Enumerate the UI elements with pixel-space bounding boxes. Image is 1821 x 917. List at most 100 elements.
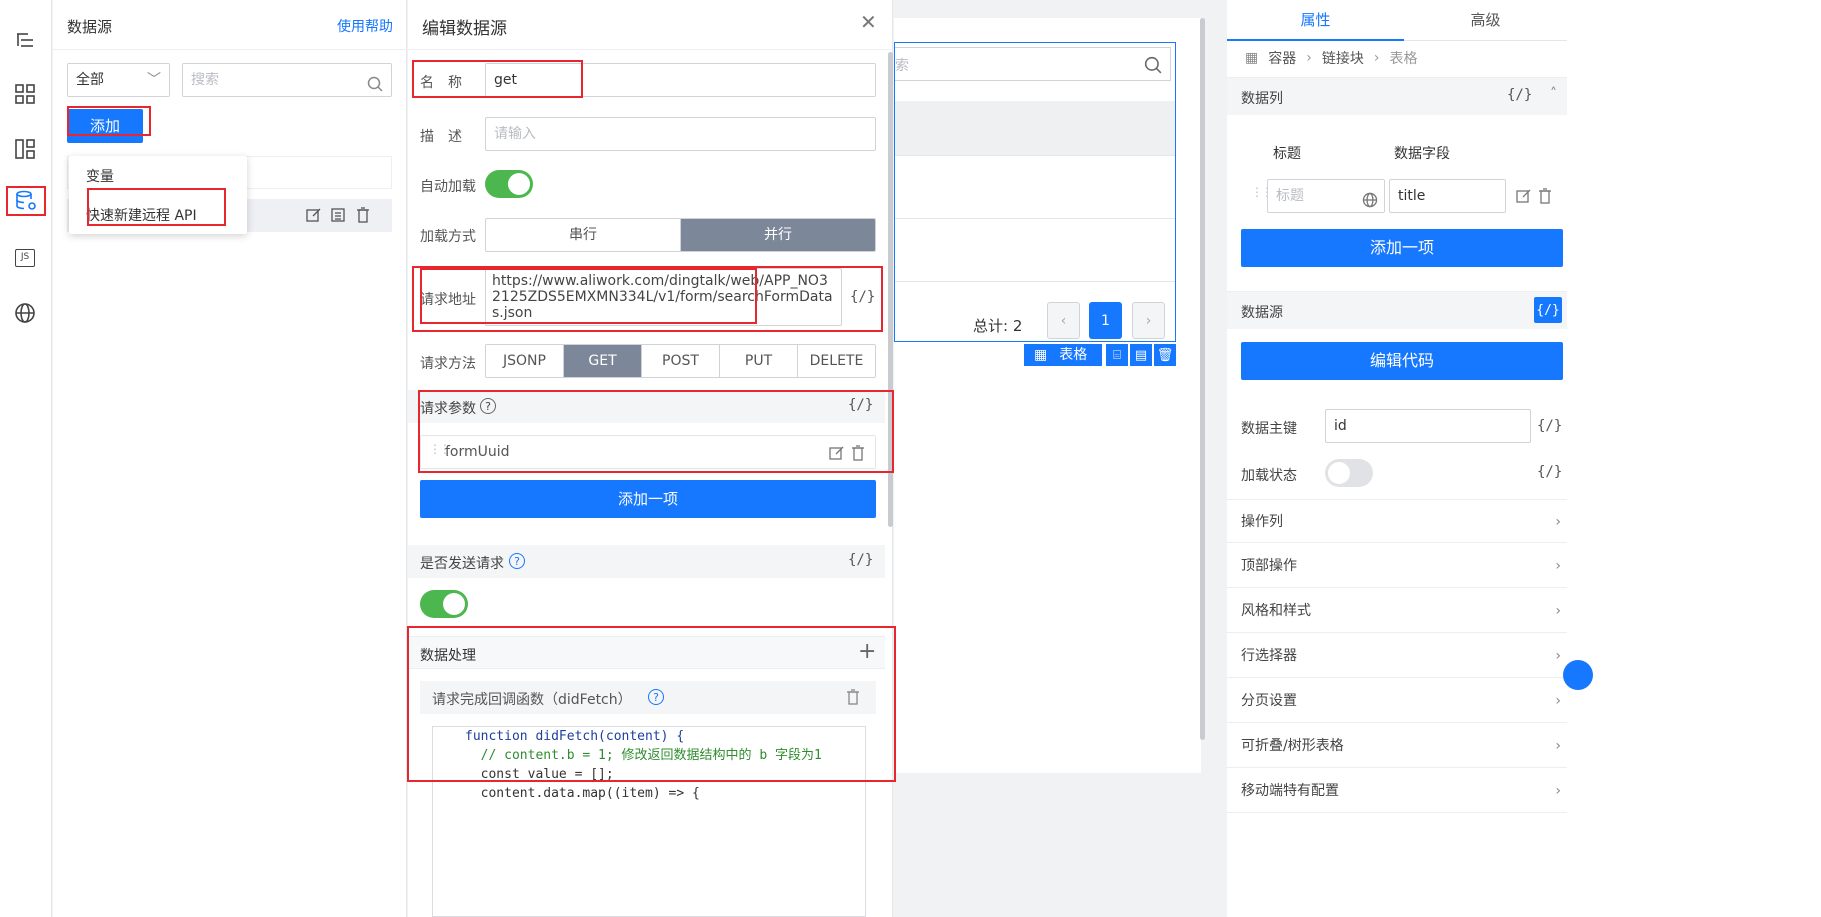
trash-icon[interactable] xyxy=(846,689,860,709)
columns-section-header[interactable]: 数据列 {/} ˄ xyxy=(1227,77,1567,115)
columns-variable-binding-icon[interactable]: {/} xyxy=(1507,87,1532,103)
code-line: content.data.map((item) => { xyxy=(465,786,700,801)
table-search-input[interactable]: 索 xyxy=(895,47,1171,81)
table-header-row xyxy=(895,101,1175,156)
current-page-button[interactable]: 1 xyxy=(1089,302,1122,339)
section-pagination[interactable]: 分页设置 › xyxy=(1227,679,1567,723)
description-input[interactable]: 请输入 xyxy=(485,117,876,151)
url-variable-binding-icon[interactable]: {/} xyxy=(850,289,875,305)
edit-icon[interactable] xyxy=(306,207,322,227)
primary-key-variable-binding-icon[interactable]: {/} xyxy=(1537,418,1562,434)
trash-icon[interactable]: 🗑 xyxy=(1154,344,1176,366)
trash-icon[interactable] xyxy=(356,207,370,227)
copy-icon[interactable] xyxy=(330,207,346,227)
outline-tree-icon[interactable] xyxy=(8,23,42,57)
loading-variable-binding-icon[interactable]: {/} xyxy=(1537,464,1562,480)
table-component[interactable]: 索 总计: 2 ‹ 1 › xyxy=(894,42,1176,342)
didfetch-label: 请求完成回调函数（didFetch） xyxy=(432,692,632,708)
loadmode-serial[interactable]: 串行 xyxy=(486,219,681,251)
section-row-selector[interactable]: 行选择器 › xyxy=(1227,634,1567,678)
search-input[interactable]: 搜索 xyxy=(182,63,392,97)
globe-icon[interactable] xyxy=(8,296,42,330)
name-label: 名 称 xyxy=(420,75,462,91)
close-icon[interactable]: ✕ xyxy=(860,10,877,34)
column-field-input[interactable]: title xyxy=(1389,179,1506,213)
tab-properties[interactable]: 属性 xyxy=(1227,0,1404,41)
code-line: function didFetch(content) { xyxy=(465,729,685,744)
edit-code-button[interactable]: 编辑代码 xyxy=(1241,342,1563,380)
param-row[interactable]: ⋮⋮ formUuid xyxy=(420,435,876,469)
section-label: 操作列 xyxy=(1241,514,1283,530)
copy-icon[interactable]: ▤ xyxy=(1130,344,1152,366)
datasource-section-header[interactable]: 数据源 {/} xyxy=(1227,291,1567,329)
trash-icon[interactable] xyxy=(1538,188,1552,208)
section-top-actions[interactable]: 顶部操作 › xyxy=(1227,544,1567,588)
help-icon[interactable]: ? xyxy=(648,689,664,705)
send-request-toggle[interactable] xyxy=(420,590,468,618)
primary-key-label: 数据主键 xyxy=(1241,421,1297,437)
section-tree-table[interactable]: 可折叠/树形表格 › xyxy=(1227,724,1567,768)
canvas-scrollbar[interactable] xyxy=(1200,18,1205,740)
datasource-icon[interactable] xyxy=(6,186,46,216)
autoload-toggle[interactable] xyxy=(485,170,533,198)
method-delete[interactable]: DELETE xyxy=(798,345,875,377)
menu-item-variable[interactable]: 变量 xyxy=(86,166,114,186)
loadmode-parallel[interactable]: 并行 xyxy=(681,219,875,251)
section-style[interactable]: 风格和样式 › xyxy=(1227,589,1567,633)
trash-icon[interactable] xyxy=(851,445,865,465)
chevron-right-icon: › xyxy=(1555,783,1561,799)
params-label: 请求参数 xyxy=(420,401,476,417)
column-title-input[interactable]: 标题 xyxy=(1267,179,1385,213)
breadcrumb-item[interactable]: 容器 xyxy=(1268,48,1296,68)
add-icon[interactable]: + xyxy=(858,639,876,664)
components-grid-icon[interactable] xyxy=(8,77,42,111)
menu-item-remote-api[interactable]: 快速新建远程 API xyxy=(86,205,197,225)
edit-icon[interactable] xyxy=(1516,188,1532,208)
params-variable-binding-icon[interactable]: {/} xyxy=(848,397,873,413)
section-label: 风格和样式 xyxy=(1241,603,1311,619)
code-editor[interactable]: function didFetch(content) { // content.… xyxy=(432,726,866,917)
method-jsonp[interactable]: JSONP xyxy=(486,345,564,377)
primary-key-input[interactable]: id xyxy=(1325,409,1531,443)
prev-page-button[interactable]: ‹ xyxy=(1047,302,1080,339)
table-row[interactable] xyxy=(895,157,1175,219)
add-button[interactable]: 添加 xyxy=(67,109,143,143)
help-link[interactable]: 使用帮助 xyxy=(337,16,393,36)
editor-scrollbar[interactable] xyxy=(888,52,893,527)
search-placeholder: 搜索 xyxy=(191,72,219,88)
select-parent-icon[interactable]: ⌸ xyxy=(1106,344,1128,366)
name-input[interactable]: get xyxy=(485,63,876,97)
columns-section-label: 数据列 xyxy=(1241,91,1283,107)
edit-icon[interactable] xyxy=(829,445,845,465)
page-layout-icon[interactable] xyxy=(8,132,42,166)
tab-advanced[interactable]: 高级 xyxy=(1404,0,1567,41)
next-page-button[interactable]: › xyxy=(1132,302,1165,339)
method-put[interactable]: PUT xyxy=(720,345,798,377)
url-textarea[interactable]: https://www.aliwork.com/dingtalk/web/APP… xyxy=(485,268,842,326)
chevron-up-icon[interactable]: ˄ xyxy=(1550,86,1557,102)
chevron-down-icon: ﹀ xyxy=(147,72,161,88)
help-icon[interactable]: ? xyxy=(480,398,496,414)
add-column-button[interactable]: 添加一项 xyxy=(1241,229,1563,267)
filter-select[interactable]: 全部 ﹀ xyxy=(67,63,170,97)
table-row[interactable] xyxy=(895,220,1175,282)
add-param-button[interactable]: 添加一项 xyxy=(420,480,876,518)
datasource-variable-binding-icon[interactable]: {/} xyxy=(1534,297,1562,323)
send-variable-binding-icon[interactable]: {/} xyxy=(848,552,873,568)
method-get[interactable]: GET xyxy=(564,345,642,377)
data-processing-label: 数据处理 xyxy=(420,648,476,664)
method-post[interactable]: POST xyxy=(642,345,720,377)
floating-help-button[interactable] xyxy=(1563,660,1593,690)
js-code-icon[interactable]: JS xyxy=(8,241,42,275)
section-label: 顶部操作 xyxy=(1241,558,1297,574)
autoload-label: 自动加载 xyxy=(420,179,476,195)
section-operation-column[interactable]: 操作列 › xyxy=(1227,499,1567,543)
component-tag[interactable]: ▦ 表格 xyxy=(1024,344,1102,366)
globe-icon[interactable] xyxy=(1362,188,1378,220)
filter-value: 全部 xyxy=(76,72,104,88)
section-mobile-config[interactable]: 移动端特有配置 › xyxy=(1227,769,1567,813)
help-icon[interactable]: ? xyxy=(509,553,525,569)
send-request-header: 是否发送请求 ? {/} xyxy=(408,545,885,578)
breadcrumb-item[interactable]: 链接块 xyxy=(1322,48,1364,68)
loading-toggle[interactable] xyxy=(1325,459,1373,487)
